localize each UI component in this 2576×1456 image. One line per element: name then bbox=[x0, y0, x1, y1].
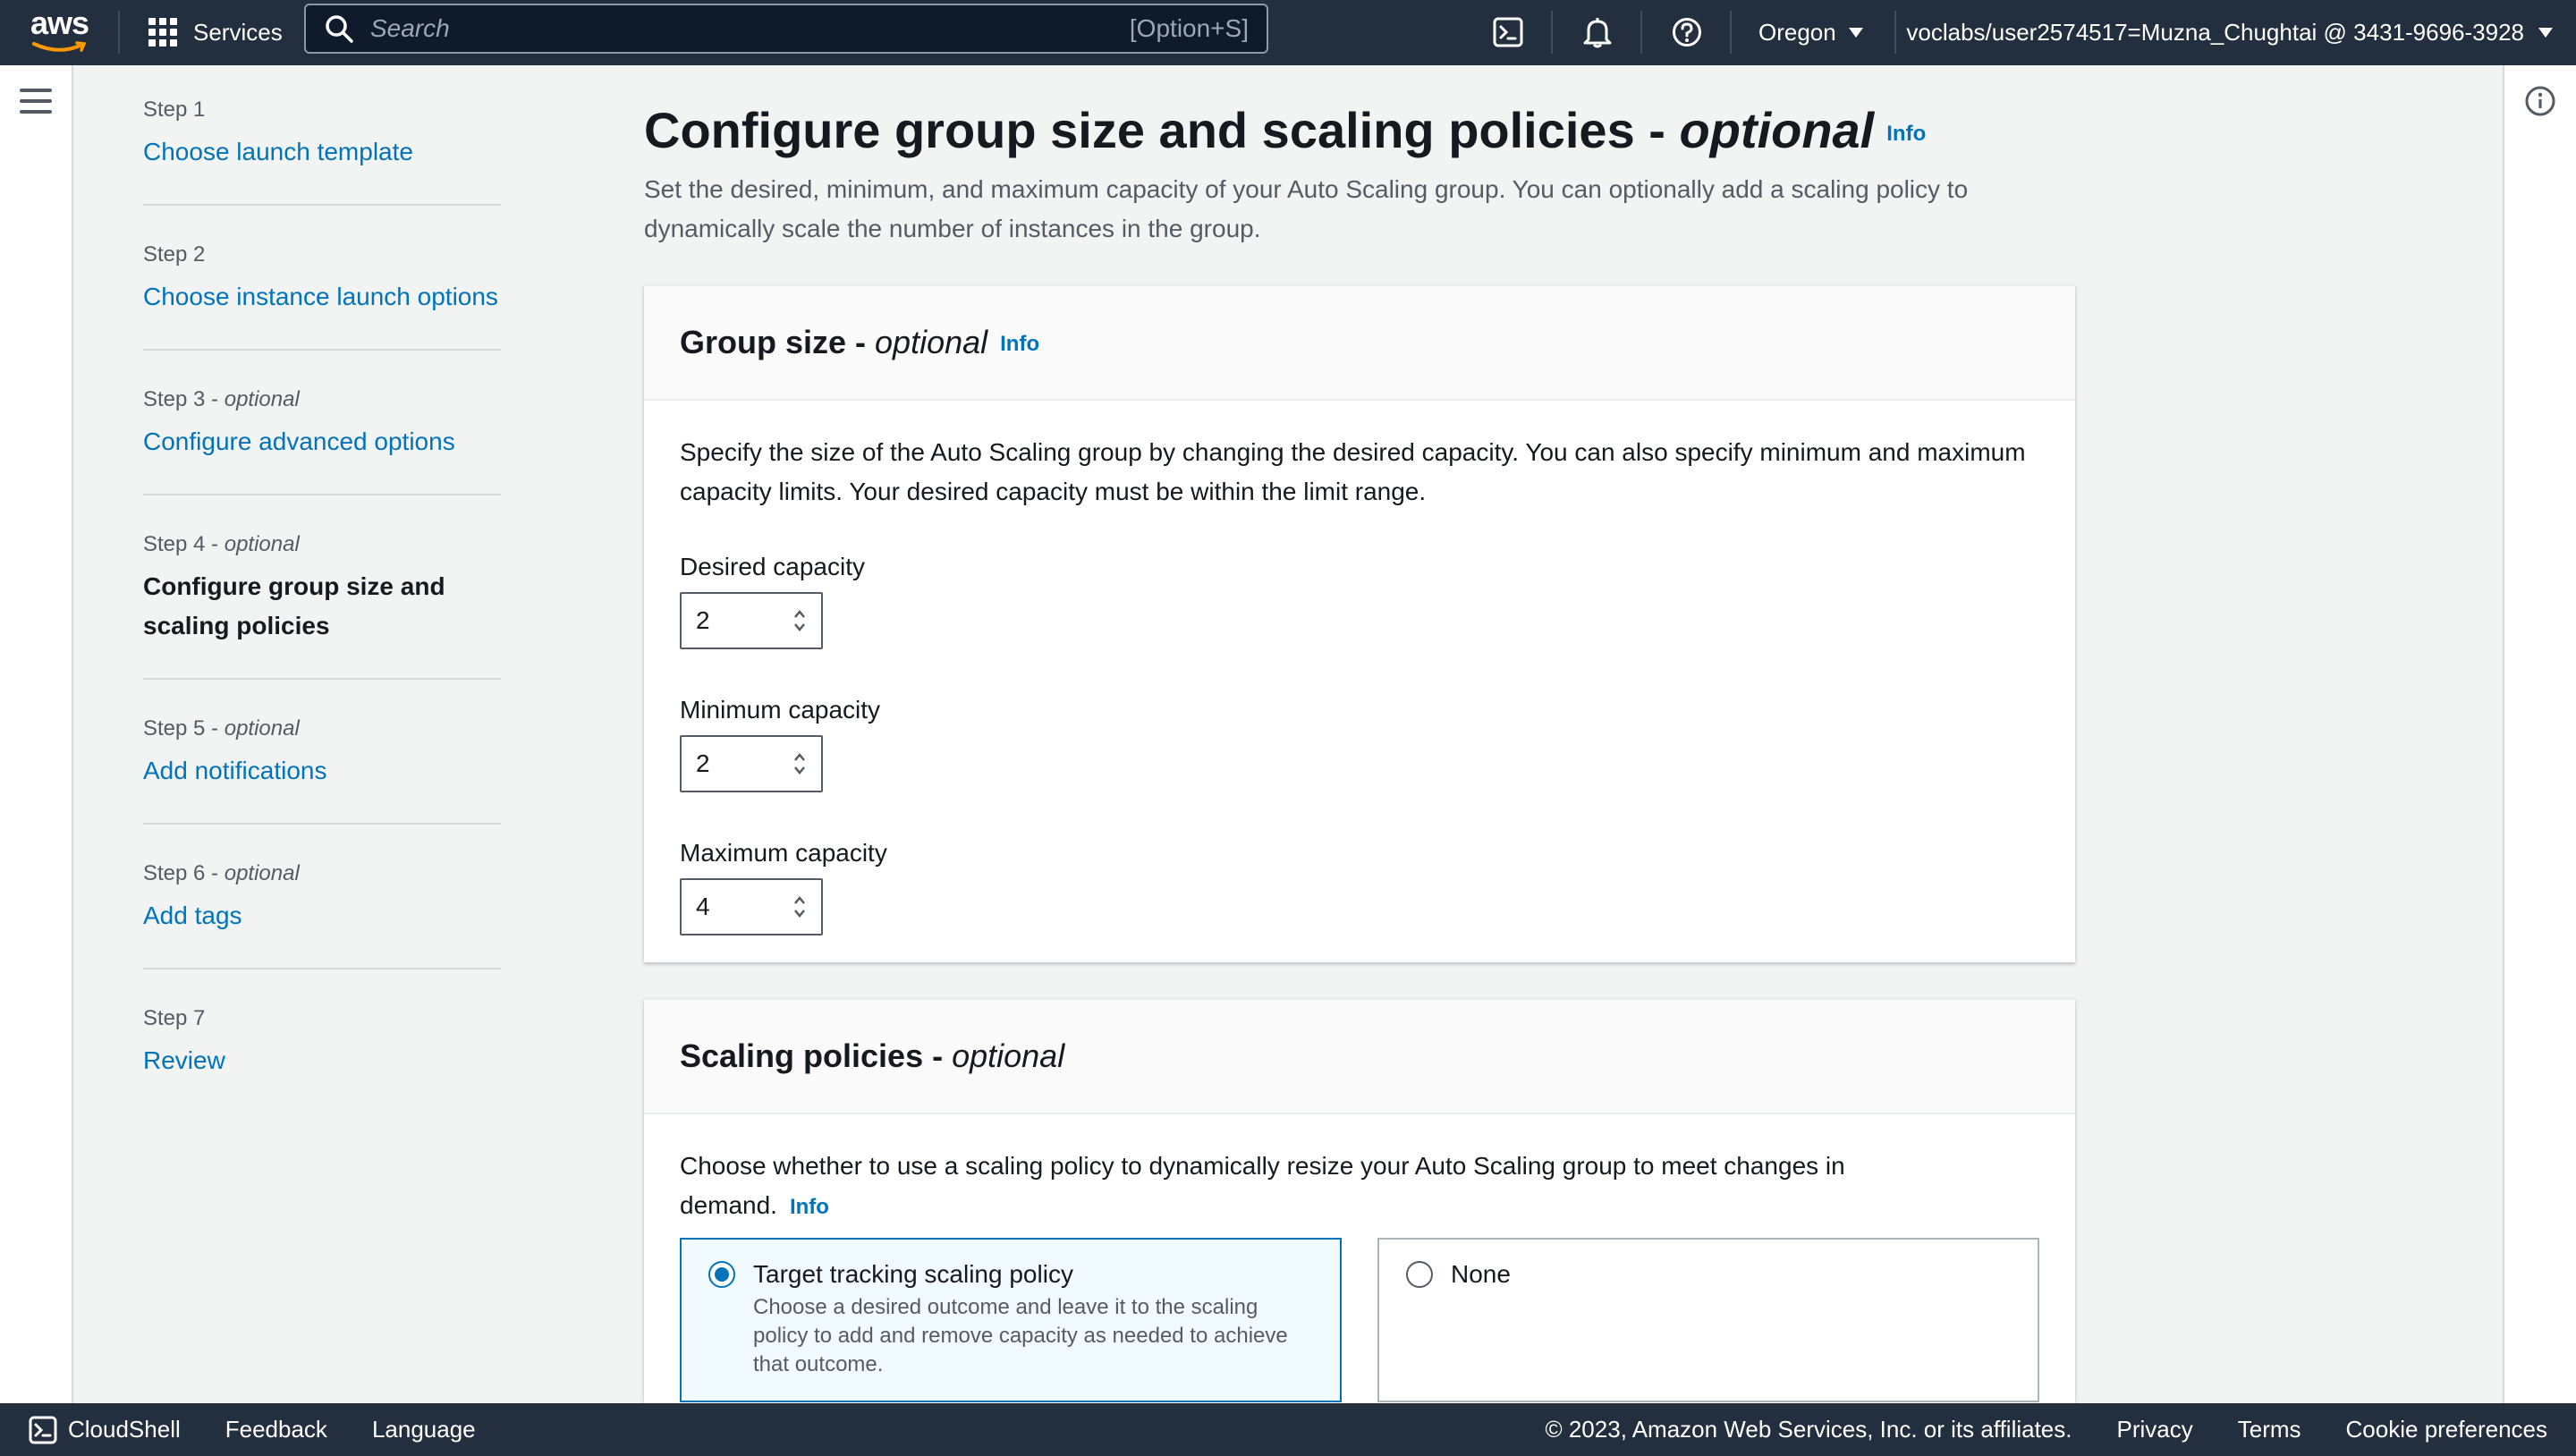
left-rail bbox=[0, 65, 73, 1403]
step-current-title: Configure group size and scaling policie… bbox=[143, 572, 445, 639]
option-none[interactable]: None bbox=[1377, 1237, 2039, 1402]
desired-capacity-field: Desired capacity 2 bbox=[680, 551, 2039, 649]
spinner-arrows-icon[interactable] bbox=[792, 893, 807, 920]
cloudshell-icon[interactable] bbox=[1488, 13, 1528, 52]
maximum-capacity-field: Maximum capacity 4 bbox=[680, 837, 2039, 935]
cloudshell-button[interactable]: CloudShell bbox=[29, 1416, 181, 1444]
notifications-bell-icon[interactable] bbox=[1578, 13, 1617, 52]
copyright-text: © 2023, Amazon Web Services, Inc. or its… bbox=[1545, 1416, 2072, 1443]
option-target-tracking[interactable]: Target tracking scaling policy Choose a … bbox=[680, 1237, 1342, 1402]
step-3: Step 3 - optional Configure advanced opt… bbox=[143, 385, 501, 495]
services-label: Services bbox=[193, 18, 283, 46]
step-4-current: Step 4 - optional Configure group size a… bbox=[143, 529, 501, 680]
account-menu[interactable]: voclabs/user2574517=Muzna_Chughtai @ 343… bbox=[1906, 13, 2553, 52]
step-link-advanced-options[interactable]: Configure advanced options bbox=[143, 422, 501, 461]
terms-link[interactable]: Terms bbox=[2238, 1416, 2301, 1443]
right-rail bbox=[2503, 65, 2576, 1403]
step-link-instance-launch-options[interactable]: Choose instance launch options bbox=[143, 277, 501, 317]
step-2: Step 2 Choose instance launch options bbox=[143, 240, 501, 351]
scaling-policies-panel: Scaling policies - optional Choose wheth… bbox=[644, 998, 2075, 1403]
scaling-description: Choose whether to use a scaling policy t… bbox=[680, 1152, 1845, 1219]
region-label: Oregon bbox=[1758, 18, 1836, 46]
privacy-link[interactable]: Privacy bbox=[2117, 1416, 2193, 1443]
console-footer: CloudShell Feedback Language © 2023, Ama… bbox=[0, 1403, 2576, 1456]
group-size-description: Specify the size of the Auto Scaling gro… bbox=[680, 438, 2026, 505]
group-size-title: Group size - optional Info bbox=[680, 324, 1040, 360]
info-panel-icon[interactable] bbox=[2524, 85, 2556, 117]
step-7: Step 7 Review bbox=[143, 1003, 501, 1113]
language-link[interactable]: Language bbox=[372, 1416, 476, 1443]
caret-down-icon bbox=[1848, 27, 1863, 38]
page-description: Set the desired, minimum, and maximum ca… bbox=[644, 175, 1969, 242]
step-link-review[interactable]: Review bbox=[143, 1041, 501, 1080]
help-icon[interactable] bbox=[1667, 13, 1707, 52]
nav-divider bbox=[118, 11, 120, 54]
minimum-capacity-field: Minimum capacity 2 bbox=[680, 694, 2039, 792]
aws-smile-icon bbox=[32, 41, 87, 52]
caret-down-icon bbox=[2538, 27, 2553, 38]
group-size-panel: Group size - optional Info Specify the si… bbox=[644, 284, 2075, 962]
nav-divider bbox=[1640, 11, 1642, 54]
scaling-policies-title: Scaling policies - optional bbox=[680, 1037, 1065, 1074]
radio-unselected[interactable] bbox=[1406, 1260, 1433, 1288]
step-5: Step 5 - optional Add notifications bbox=[143, 714, 501, 825]
desired-capacity-input[interactable]: 2 bbox=[680, 592, 823, 649]
cookie-preferences-link[interactable]: Cookie preferences bbox=[2346, 1416, 2547, 1443]
feedback-link[interactable]: Feedback bbox=[225, 1416, 327, 1443]
step-1: Step 1 Choose launch template bbox=[143, 95, 501, 206]
account-label: voclabs/user2574517=Muzna_Chughtai @ 343… bbox=[1906, 18, 2524, 46]
wizard-steps: Step 1 Choose launch template Step 2 Cho… bbox=[143, 95, 501, 1147]
scaling-policy-options: Target tracking scaling policy Choose a … bbox=[680, 1237, 2039, 1402]
radio-selected[interactable] bbox=[708, 1260, 735, 1288]
region-selector[interactable]: Oregon bbox=[1758, 13, 1863, 52]
top-navigation: aws Services Search [Option+S] Oregon vo… bbox=[0, 0, 2576, 65]
nav-divider bbox=[1730, 11, 1732, 54]
minimum-capacity-label: Minimum capacity bbox=[680, 696, 881, 724]
maximum-capacity-label: Maximum capacity bbox=[680, 839, 887, 867]
services-menu[interactable]: Services bbox=[148, 13, 283, 52]
spinner-arrows-icon[interactable] bbox=[792, 607, 807, 634]
step-6: Step 6 - optional Add tags bbox=[143, 859, 501, 969]
search-shortcut: [Option+S] bbox=[1129, 14, 1249, 42]
nav-divider bbox=[1894, 11, 1896, 54]
step-link-add-tags[interactable]: Add tags bbox=[143, 896, 501, 935]
nav-divider bbox=[1551, 11, 1553, 54]
page-info-link[interactable]: Info bbox=[1886, 122, 1926, 146]
spinner-arrows-icon[interactable] bbox=[792, 750, 807, 777]
services-grid-icon bbox=[148, 18, 177, 47]
maximum-capacity-input[interactable]: 4 bbox=[680, 878, 823, 935]
search-input[interactable]: Search [Option+S] bbox=[304, 4, 1268, 54]
scaling-info-link[interactable]: Info bbox=[790, 1195, 829, 1219]
search-placeholder: Search bbox=[370, 14, 450, 42]
menu-hamburger-icon[interactable] bbox=[20, 89, 52, 114]
step-link-choose-launch-template[interactable]: Choose launch template bbox=[143, 132, 501, 172]
step-link-add-notifications[interactable]: Add notifications bbox=[143, 751, 501, 791]
minimum-capacity-input[interactable]: 2 bbox=[680, 735, 823, 792]
aws-logo[interactable]: aws bbox=[30, 7, 91, 57]
page-title: Configure group size and scaling policie… bbox=[644, 102, 1927, 158]
cloudshell-icon bbox=[29, 1416, 57, 1443]
search-icon bbox=[326, 15, 353, 43]
desired-capacity-label: Desired capacity bbox=[680, 553, 865, 580]
group-size-info-link[interactable]: Info bbox=[1000, 332, 1039, 356]
